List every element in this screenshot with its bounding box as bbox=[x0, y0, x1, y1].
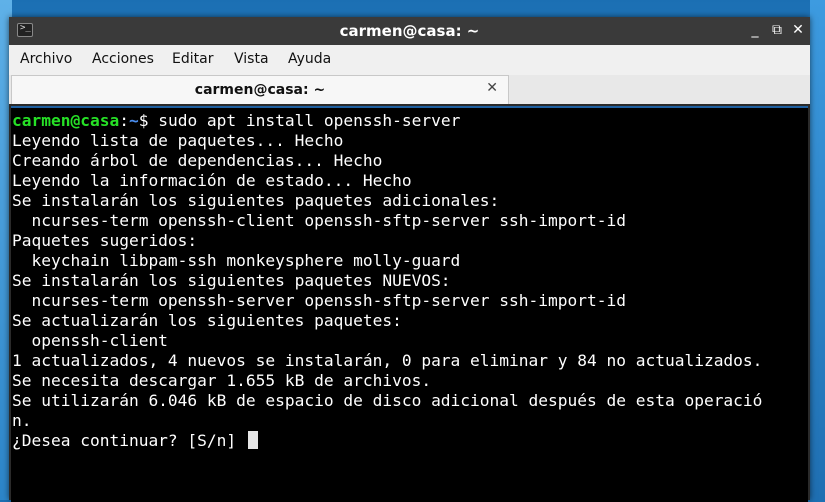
prompt-symbol: $ bbox=[138, 111, 159, 130]
output-line: Se actualizarán los siguientes paquetes: bbox=[12, 311, 402, 330]
menu-editar[interactable]: Editar bbox=[172, 51, 213, 67]
prompt-user: carmen@casa bbox=[12, 111, 120, 130]
command-text: sudo apt install openssh-server bbox=[158, 111, 461, 130]
desktop-background-right bbox=[810, 0, 825, 500]
close-button[interactable]: ✕ bbox=[789, 21, 807, 39]
output-line: ncurses-term openssh-server openssh-sftp… bbox=[12, 291, 626, 310]
window-title: carmen@casa: ~ bbox=[339, 22, 480, 40]
output-line: Se instalarán los siguientes paquetes NU… bbox=[12, 271, 451, 290]
confirm-question: ¿Desea continuar? [S/n] bbox=[12, 431, 246, 450]
output-line: Se instalarán los siguientes paquetes ad… bbox=[12, 191, 500, 210]
maximize-button[interactable]: ⧉ bbox=[768, 21, 786, 39]
menu-archivo[interactable]: Archivo bbox=[20, 51, 72, 67]
output-line: Leyendo lista de paquetes... Hecho bbox=[12, 131, 344, 150]
output-line: n. bbox=[12, 411, 32, 430]
output-line: Se utilizarán 6.046 kB de espacio de dis… bbox=[12, 391, 763, 410]
tab-terminal[interactable]: carmen@casa: ~ ✕ bbox=[11, 75, 509, 104]
terminal-window: >_ carmen@casa: ~ _ ⧉ ✕ Archivo Acciones… bbox=[9, 17, 810, 502]
menu-vista[interactable]: Vista bbox=[234, 51, 269, 67]
tab-label: carmen@casa: ~ bbox=[194, 82, 326, 98]
output-line: ncurses-term openssh-client openssh-sftp… bbox=[12, 211, 626, 230]
output-line: Leyendo la información de estado... Hech… bbox=[12, 171, 412, 190]
tab-close-icon[interactable]: ✕ bbox=[486, 80, 498, 96]
prompt-path: ~ bbox=[128, 111, 139, 130]
menu-ayuda[interactable]: Ayuda bbox=[288, 51, 331, 67]
menu-acciones[interactable]: Acciones bbox=[92, 51, 154, 67]
prompt-separator: : bbox=[119, 111, 129, 130]
output-line: openssh-client bbox=[12, 331, 168, 350]
terminal-output: carmen@casa:~$ sudo apt install openssh-… bbox=[12, 111, 762, 451]
tab-bar: carmen@casa: ~ ✕ bbox=[9, 75, 810, 104]
minimize-button[interactable]: _ bbox=[746, 21, 764, 39]
output-line: Se necesita descargar 1.655 kB de archiv… bbox=[12, 371, 432, 390]
output-line: keychain libpam-ssh monkeysphere molly-g… bbox=[12, 251, 461, 270]
title-bar[interactable]: >_ carmen@casa: ~ _ ⧉ ✕ bbox=[9, 17, 810, 45]
text-cursor bbox=[247, 431, 258, 449]
terminal-area[interactable]: carmen@casa:~$ sudo apt install openssh-… bbox=[11, 106, 808, 502]
output-line: 1 actualizados, 4 nuevos se instalarán, … bbox=[12, 351, 763, 370]
menu-bar: Archivo Acciones Editar Vista Ayuda bbox=[9, 45, 810, 76]
output-line: Creando árbol de dependencias... Hecho bbox=[12, 151, 383, 170]
output-line: Paquetes sugeridos: bbox=[12, 231, 198, 250]
